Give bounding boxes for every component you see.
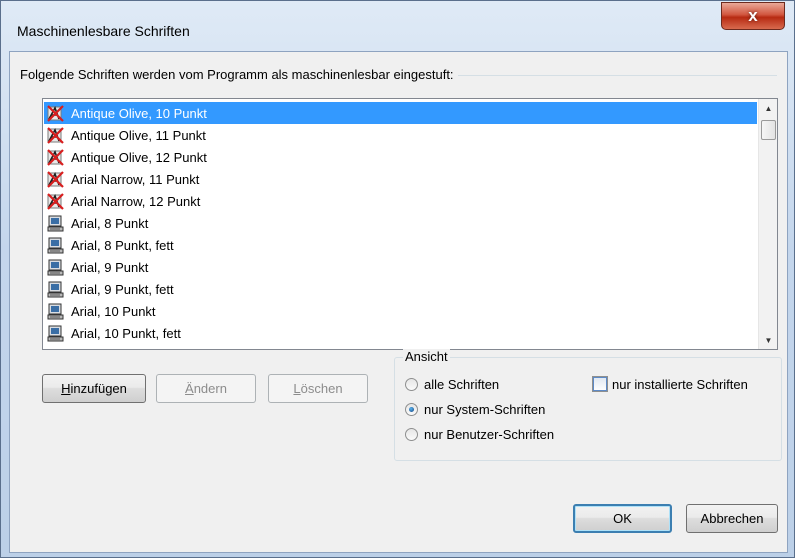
radio-button-icon[interactable]: [405, 378, 418, 391]
close-icon: x: [748, 6, 758, 25]
edit-button[interactable]: Ändern: [156, 374, 256, 403]
ok-button[interactable]: OK: [573, 504, 672, 533]
list-item[interactable]: Arial Narrow, 12 Punkt: [44, 190, 757, 212]
view-group-label: Ansicht: [403, 349, 450, 364]
truetype-font-icon: [47, 170, 64, 188]
list-item-label: Arial, 10 Punkt: [71, 303, 156, 319]
system-font-icon: [47, 325, 64, 342]
radio-button-icon[interactable]: [405, 403, 418, 416]
system-font-icon: [47, 237, 64, 254]
cancel-button[interactable]: Abbrechen: [686, 504, 778, 533]
list-item[interactable]: Arial, 8 Punkt, fett: [44, 234, 757, 256]
list-item-label: Arial Narrow, 12 Punkt: [71, 193, 201, 209]
list-item[interactable]: Antique Olive, 12 Punkt: [44, 146, 757, 168]
delete-button[interactable]: Löschen: [268, 374, 368, 403]
list-item-label: Antique Olive, 10 Punkt: [71, 105, 207, 121]
font-list-items: Antique Olive, 10 Punkt Antique Olive, 11…: [44, 102, 757, 344]
system-font-icon: [47, 303, 64, 320]
scrollbar-thumb[interactable]: [761, 120, 776, 140]
list-item-label: Arial, 9 Punkt: [71, 259, 149, 275]
list-item[interactable]: Arial, 8 Punkt: [44, 212, 757, 234]
list-item[interactable]: Arial, 9 Punkt: [44, 256, 757, 278]
dialog-body: Folgende Schriften werden vom Programm a…: [9, 51, 788, 553]
system-font-icon: [47, 259, 64, 276]
scroll-down-icon[interactable]: ▼: [759, 331, 778, 349]
system-font-icon: [47, 215, 64, 232]
list-item[interactable]: Antique Olive, 10 Punkt: [44, 102, 757, 124]
list-item-label: Arial, 10 Punkt, fett: [71, 325, 181, 341]
dialog-window: Maschinenlesbare Schriften x Folgende Sc…: [0, 0, 795, 558]
truetype-font-icon: [47, 104, 64, 122]
radio-all-fonts[interactable]: alle Schriften: [405, 377, 499, 392]
truetype-font-icon: [47, 126, 64, 144]
list-item[interactable]: Arial, 10 Punkt, fett: [44, 322, 757, 344]
list-item-label: Antique Olive, 12 Punkt: [71, 149, 207, 165]
list-item-label: Arial Narrow, 11 Punkt: [71, 171, 200, 187]
list-item-label: Arial, 8 Punkt: [71, 215, 149, 231]
list-item[interactable]: Arial Narrow, 11 Punkt: [44, 168, 757, 190]
close-button[interactable]: x: [721, 2, 785, 30]
truetype-font-icon: [47, 148, 64, 166]
list-item-label: Antique Olive, 11 Punkt: [71, 127, 206, 143]
dialog-title: Maschinenlesbare Schriften: [17, 23, 190, 39]
truetype-font-icon: [47, 192, 64, 210]
title-bar[interactable]: Maschinenlesbare Schriften x: [1, 1, 794, 51]
font-listbox[interactable]: Antique Olive, 10 Punkt Antique Olive, 11…: [42, 98, 778, 350]
list-item[interactable]: Arial, 9 Punkt, fett: [44, 278, 757, 300]
checkbox-icon[interactable]: [592, 376, 608, 392]
add-button[interactable]: Hinzufügen: [42, 374, 146, 403]
list-item[interactable]: Arial, 10 Punkt: [44, 300, 757, 322]
scroll-up-icon[interactable]: ▲: [759, 99, 778, 117]
radio-system-fonts[interactable]: nur System-Schriften: [405, 402, 545, 417]
vertical-scrollbar[interactable]: ▲ ▼: [758, 99, 777, 349]
system-font-icon: [47, 281, 64, 298]
list-item-label: Arial, 9 Punkt, fett: [71, 281, 174, 297]
installed-only-checkbox[interactable]: nur installierte Schriften: [592, 376, 748, 392]
radio-user-fonts[interactable]: nur Benutzer-Schriften: [405, 427, 554, 442]
font-list-caption: Folgende Schriften werden vom Programm a…: [20, 67, 458, 82]
list-item[interactable]: Antique Olive, 11 Punkt: [44, 124, 757, 146]
view-groupbox: Ansicht alle Schriften nur System-Schrif…: [394, 349, 782, 461]
radio-button-icon[interactable]: [405, 428, 418, 441]
list-item-label: Arial, 8 Punkt, fett: [71, 237, 174, 253]
